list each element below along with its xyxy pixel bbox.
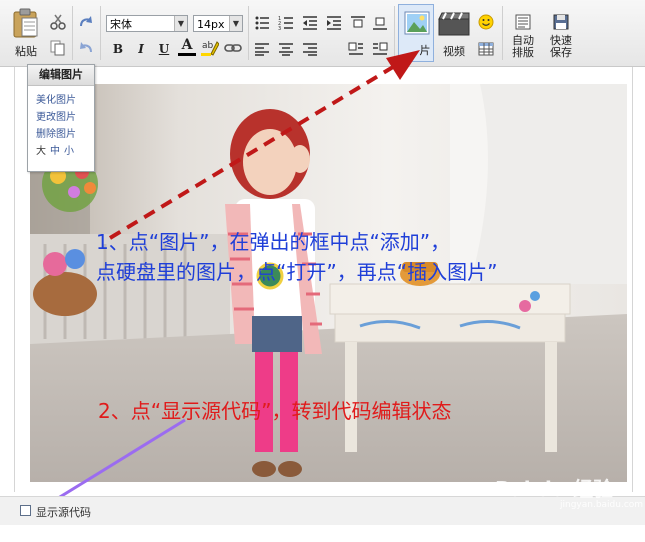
purple-arrow-line [41, 418, 186, 510]
red-arrow-head-icon [386, 50, 420, 80]
baidu-watermark: Bai du 经验 [495, 477, 614, 501]
baidu-watermark-url: jingyan.baidu.com [560, 500, 644, 510]
annotation-arrows [24, 50, 420, 520]
show-source-code-checkbox[interactable] [20, 505, 31, 516]
red-dashed-arrow-line [108, 62, 400, 240]
show-source-code-label[interactable]: 显示源代码 [36, 504, 91, 520]
